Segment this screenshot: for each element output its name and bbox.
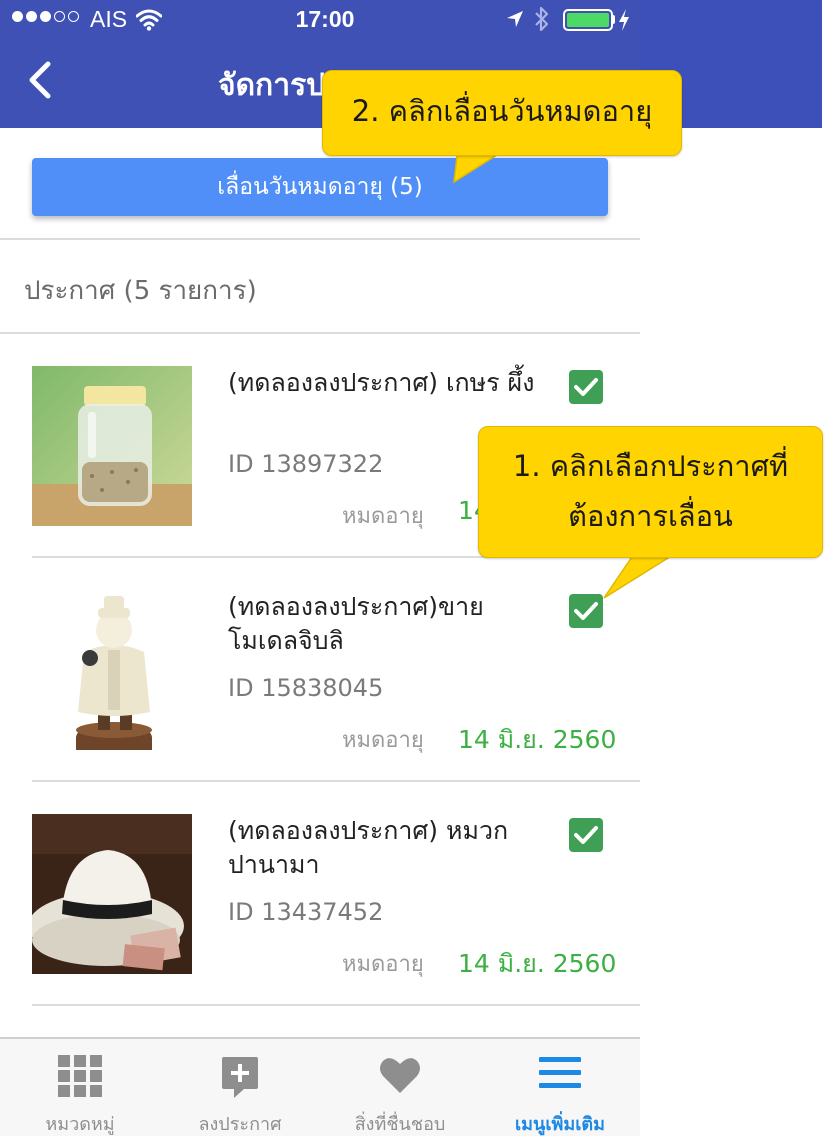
listing-row[interactable]: (ทดลองลงประกาศ) หมวก ปานามา ID 13437452 …	[0, 782, 640, 1006]
bottom-tab-bar: หมวดหมู่ ลงประกาศ สิ่งที่ชื่นชอบ เมนูเพิ…	[0, 1037, 640, 1136]
tab-more-menu[interactable]: เมนูเพิ่มเติม	[480, 1039, 640, 1136]
tab-label: เมนูเพิ่มเติม	[515, 1114, 605, 1135]
back-chevron-icon[interactable]	[26, 60, 54, 104]
instruction-callout-step-1: 1. คลิกเลือกประกาศที่ ต้องการเลื่อน	[478, 426, 823, 558]
app-screen: AIS 17:00 จัดการป เลื่อนวันหมดอายุ (5) ป…	[0, 0, 640, 1136]
checkmark-icon	[574, 602, 598, 620]
checkmark-icon	[574, 378, 598, 396]
extend-expiry-button[interactable]: เลื่อนวันหมดอายุ (5)	[32, 158, 608, 216]
listing-id: ID 13437452	[228, 898, 384, 926]
tab-label: สิ่งที่ชื่นชอบ	[354, 1114, 446, 1135]
listing-checkbox[interactable]	[569, 818, 603, 852]
listing-photo-panama-hat	[32, 814, 192, 974]
battery-level	[567, 13, 609, 27]
listing-row[interactable]: (ทดลองลงประกาศ)ขาย โมเดลจิบลิ ID 1583804…	[0, 558, 640, 782]
grid-icon	[58, 1055, 102, 1101]
listing-checkbox[interactable]	[569, 370, 603, 404]
tab-post-ad[interactable]: ลงประกาศ	[160, 1039, 320, 1136]
location-arrow-icon	[505, 9, 525, 35]
expiry-label: หมดอายุ	[342, 952, 424, 977]
listing-id: ID 15838045	[228, 674, 384, 702]
listing-photo-pollen-jar	[32, 366, 192, 526]
listing-photo-ghibli-model	[32, 590, 192, 750]
charging-bolt-icon	[617, 8, 631, 38]
listing-id: ID 13897322	[228, 450, 384, 478]
bluetooth-icon	[533, 5, 551, 39]
tab-categories[interactable]: หมวดหมู่	[0, 1039, 160, 1136]
expiry-label: หมดอายุ	[342, 504, 424, 529]
section-title: ประกาศ (5 รายการ)	[24, 276, 257, 306]
tab-label: ลงประกาศ	[198, 1114, 282, 1135]
status-bar: AIS 17:00	[0, 0, 640, 40]
add-post-icon	[220, 1055, 260, 1103]
header-edge	[822, 0, 826, 128]
checkmark-icon	[574, 826, 598, 844]
heart-icon	[379, 1055, 421, 1099]
listing-title[interactable]: (ทดลองลงประกาศ) หมวก ปานามา	[228, 814, 548, 882]
divider	[0, 238, 640, 240]
page-title: จัดการป	[218, 68, 326, 103]
callout-line: ต้องการเลื่อน	[568, 499, 733, 533]
listing-title[interactable]: (ทดลองลงประกาศ) เกษร ผึ้ง	[228, 366, 548, 400]
listing-title[interactable]: (ทดลองลงประกาศ)ขาย โมเดลจิบลิ	[228, 590, 548, 658]
callout-line: 1. คลิกเลือกประกาศที่	[512, 449, 789, 483]
menu-icon	[539, 1055, 581, 1095]
row-divider	[32, 1004, 640, 1006]
tab-label: หมวดหมู่	[45, 1114, 115, 1135]
expiry-date: 14 มิ.ย. 2560	[458, 725, 617, 754]
expiry-date: 14 มิ.ย. 2560	[458, 949, 617, 978]
battery-tip	[611, 15, 615, 24]
tab-favorites[interactable]: สิ่งที่ชื่นชอบ	[320, 1039, 480, 1136]
instruction-callout-step-2: 2. คลิกเลื่อนวันหมดอายุ	[322, 70, 682, 156]
expiry-label: หมดอายุ	[342, 728, 424, 753]
battery-icon	[563, 9, 613, 31]
